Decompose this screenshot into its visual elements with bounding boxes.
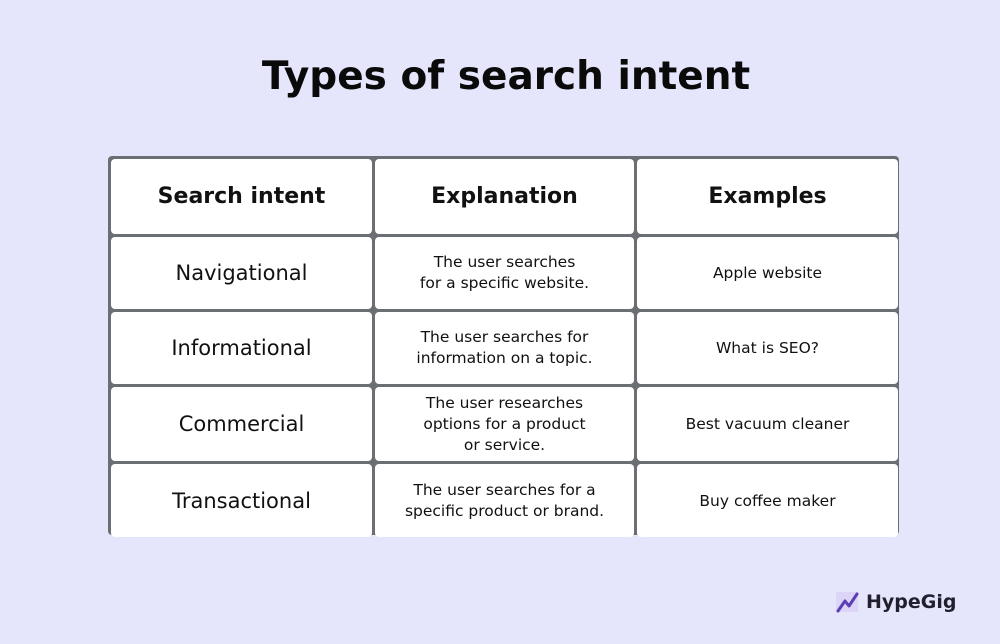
explanation-cell: The user searches for a specific website…: [375, 237, 634, 309]
intent-cell: Informational: [111, 312, 372, 384]
page-title: Types of search intent: [261, 54, 751, 99]
explanation-cell: The user researches options for a produc…: [375, 387, 634, 461]
brand-logo: HypeGig: [836, 590, 956, 614]
header-search-intent: Search intent: [111, 159, 372, 234]
header-explanation: Explanation: [375, 159, 634, 234]
explanation-cell: The user searches for a specific product…: [375, 464, 634, 537]
example-cell: What is SEO?: [637, 312, 898, 384]
example-cell: Apple website: [637, 237, 898, 309]
brand-name: HypeGig: [866, 591, 957, 613]
example-cell: Buy coffee maker: [637, 464, 898, 537]
header-examples: Examples: [637, 159, 898, 234]
explanation-cell: The user searches for information on a t…: [375, 312, 634, 384]
example-cell: Best vacuum cleaner: [637, 387, 898, 461]
search-intent-table: Search intent Explanation Examples Navig…: [108, 156, 899, 537]
trend-up-icon: [836, 592, 859, 613]
intent-cell: Transactional: [111, 464, 372, 537]
intent-cell: Navigational: [111, 237, 372, 309]
intent-cell: Commercial: [111, 387, 372, 461]
